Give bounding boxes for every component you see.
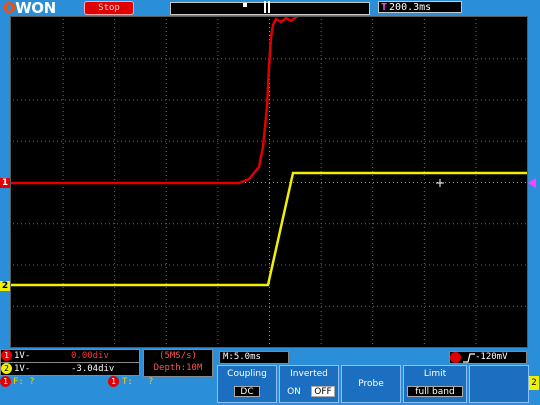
inverted-off-option[interactable]: OFF bbox=[311, 386, 335, 397]
waveform-display bbox=[10, 16, 528, 348]
ch2-marker[interactable]: 2 bbox=[0, 281, 10, 291]
coupling-menu-button[interactable]: Coupling DC bbox=[217, 365, 277, 403]
menu-page-badge[interactable]: 2 bbox=[529, 376, 539, 390]
ch2-badge: 2 bbox=[1, 363, 12, 374]
memory-depth: Depth:10M bbox=[153, 363, 203, 373]
empty-menu-button[interactable] bbox=[469, 365, 529, 403]
run-stop-indicator[interactable]: Stop bbox=[84, 1, 134, 15]
trigger-level-arrow-icon[interactable] bbox=[528, 178, 536, 188]
inverted-on-option[interactable]: ON bbox=[283, 386, 305, 397]
period-label: T: bbox=[122, 377, 133, 387]
ch1-status[interactable]: 1 1V- 0.00div bbox=[0, 349, 140, 363]
period-value: ? bbox=[148, 377, 154, 387]
period-badge-icon: 1 bbox=[108, 376, 119, 387]
coupling-label: Coupling bbox=[227, 369, 267, 379]
trigger-readout: -120mV bbox=[449, 351, 527, 364]
inverted-menu-button[interactable]: Inverted ON OFF bbox=[279, 365, 339, 403]
freq-label: F: bbox=[13, 377, 24, 387]
limit-value: full band bbox=[407, 386, 463, 397]
ch2-waveform bbox=[11, 171, 527, 287]
trigger-time-icon: T bbox=[381, 2, 388, 13]
horizontal-position-readout: T 200.3ms bbox=[378, 1, 462, 13]
limit-menu-button[interactable]: Limit full band bbox=[403, 365, 467, 403]
trigger-position-dot bbox=[243, 3, 247, 7]
inverted-label: Inverted bbox=[290, 369, 328, 379]
ch1-badge: 1 bbox=[1, 350, 12, 361]
measure-row: 1 F: ? 1 T: ? bbox=[0, 376, 153, 388]
probe-label: Probe bbox=[358, 379, 384, 389]
probe-menu-button[interactable]: Probe bbox=[341, 365, 401, 403]
acquisition-info: (5MS/s) Depth:10M bbox=[143, 349, 213, 377]
ch2-status[interactable]: 2 1V- -3.04div bbox=[0, 362, 140, 376]
freq-badge-icon: 1 bbox=[0, 376, 11, 387]
coupling-value: DC bbox=[234, 386, 260, 397]
brand-logo: OWON bbox=[3, 0, 56, 17]
bottom-panel: 1 1V- 0.00div 2 1V- -3.04div 1 F: ? 1 T: ? … bbox=[0, 348, 540, 405]
time-offset-value: 200.3ms bbox=[389, 2, 432, 13]
ch1-marker[interactable]: 1 bbox=[0, 178, 10, 188]
waveform-graticule bbox=[11, 17, 527, 344]
memory-timeline-bar bbox=[170, 1, 370, 15]
freq-value: ? bbox=[29, 377, 35, 387]
ch2-scale: 1V- bbox=[14, 364, 31, 374]
trigger-source-badge bbox=[450, 352, 461, 363]
ch1-scale: 1V- bbox=[14, 351, 31, 361]
ch2-offset: -3.04div bbox=[71, 364, 115, 374]
sample-rate: (5MS/s) bbox=[159, 351, 197, 361]
limit-label: Limit bbox=[423, 369, 447, 379]
ch1-offset: 0.00div bbox=[71, 351, 109, 361]
timebase-readout: M:5.0ms bbox=[219, 351, 289, 364]
top-status-bar: OWON Stop T 200.3ms bbox=[0, 0, 540, 16]
view-window-marker bbox=[264, 1, 270, 13]
trigger-level-value: -120mV bbox=[475, 352, 508, 362]
rising-edge-icon bbox=[463, 353, 475, 363]
